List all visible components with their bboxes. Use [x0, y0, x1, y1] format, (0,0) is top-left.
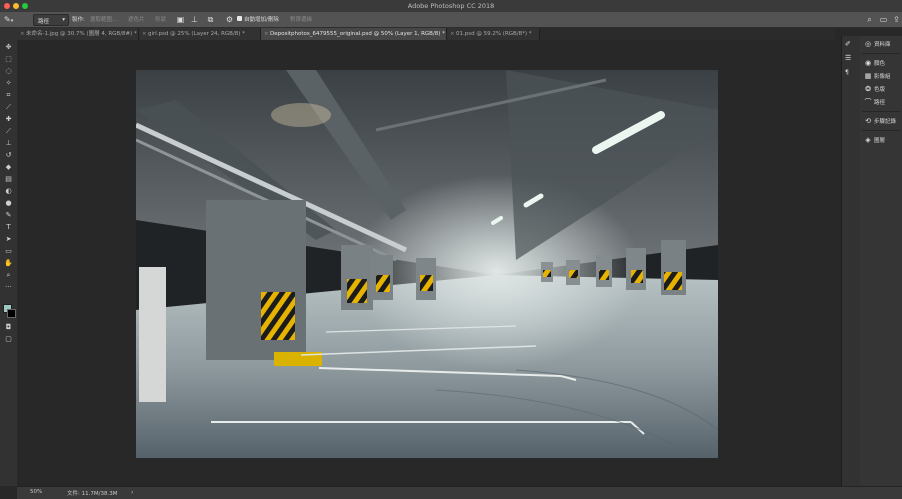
- dodge-tool-icon[interactable]: ●: [3, 198, 14, 208]
- document-canvas-area[interactable]: [17, 40, 835, 486]
- pen-tool-icon[interactable]: ✎: [3, 210, 14, 220]
- properties-icon[interactable]: ☰: [845, 54, 851, 62]
- panel-history[interactable]: ⟲ 步驟記錄: [864, 116, 896, 126]
- background-color-swatch[interactable]: [7, 309, 16, 318]
- parking-garage-photo: [136, 70, 718, 458]
- clone-stamp-tool-icon[interactable]: ⊥: [3, 138, 14, 148]
- tab-label: 01.psd @ 59.2% (RGB/8*) *: [456, 31, 532, 37]
- align-edges-label[interactable]: 對齊邊緣: [290, 15, 312, 23]
- panel-dock-expanded: ◎ 資料庫 ◉ 顏色 ▦ 影像組 ❂ 色版 ⌒ 路徑 ⟲ 步驟記錄 ◈ 圖層: [860, 36, 902, 486]
- make-label: 製作:: [72, 17, 85, 23]
- tab-document-2[interactable]: ×girl.psd @ 25% (Layer 24, RGB/8) *: [139, 28, 261, 40]
- document-size-info[interactable]: 文件: 11.7M/38.3M: [67, 489, 117, 497]
- auto-add-delete-label: 自動增加/刪除: [244, 17, 279, 23]
- libraries-icon: ◎: [864, 40, 872, 48]
- tab-label: girl.psd @ 25% (Layer 24, RGB/8) *: [148, 31, 245, 37]
- healing-brush-tool-icon[interactable]: ✚: [3, 114, 14, 124]
- window-title: Adobe Photoshop CC 2018: [407, 2, 495, 10]
- paragraph-icon[interactable]: ¶: [845, 69, 849, 76]
- panel-label: 圖層: [874, 138, 886, 144]
- crop-tool-icon[interactable]: ⌗: [3, 90, 14, 100]
- zoom-tool-icon[interactable]: ⌕: [3, 270, 14, 280]
- document-tabs: ×未命名-1.jpg @ 30.7% (圖層 4, RGB/8#) * ×gir…: [17, 28, 835, 40]
- type-tool-icon[interactable]: T: [3, 222, 14, 232]
- screen-mode-icon[interactable]: ▢: [3, 334, 14, 344]
- panel-swatches[interactable]: ▦ 影像組: [864, 71, 891, 81]
- panel-label: 資料庫: [874, 42, 891, 48]
- panel-label: 步驟記錄: [874, 119, 897, 125]
- tab-label: 未命名-1.jpg @ 30.7% (圖層 4, RGB/8#) *: [26, 31, 137, 37]
- panel-label: 路徑: [874, 100, 886, 106]
- panel-label: 顏色: [874, 61, 886, 67]
- paths-icon: ⌒: [864, 98, 872, 106]
- brush-tool-icon[interactable]: ⟋: [3, 126, 14, 136]
- layers-icon: ◈: [865, 136, 871, 144]
- path-arrangement-icon[interactable]: ⧉: [206, 15, 215, 24]
- search-icon[interactable]: ⌕: [865, 15, 874, 24]
- eyedropper-tool-icon[interactable]: ⟋: [3, 102, 14, 112]
- tab-document-3-active[interactable]: ×Depositphotos_6479555_original.psd @ 50…: [261, 28, 447, 40]
- panel-label: 影像組: [874, 74, 891, 80]
- history-brush-tool-icon[interactable]: ↺: [3, 150, 14, 160]
- workspace-icon[interactable]: ▭: [879, 15, 888, 24]
- lasso-tool-icon[interactable]: ◌: [3, 66, 14, 76]
- path-selection-tool-icon[interactable]: ➤: [3, 234, 14, 244]
- rectangle-tool-icon[interactable]: ▭: [3, 246, 14, 256]
- tab-document-1[interactable]: ×未命名-1.jpg @ 30.7% (圖層 4, RGB/8#) *: [17, 28, 139, 40]
- make-selection-button[interactable]: 選取範圍...: [90, 15, 117, 23]
- hand-tool-icon[interactable]: ✋: [3, 258, 14, 268]
- color-wheel-icon: ◉: [864, 59, 872, 67]
- swatches-icon: ▦: [864, 72, 872, 80]
- pen-mode-value: 路徑: [38, 18, 50, 25]
- make-shape-button[interactable]: 形狀: [155, 15, 166, 23]
- status-bar: 50% 文件: 11.7M/38.3M ›: [17, 486, 902, 499]
- panel-layers[interactable]: ◈ 圖層: [864, 135, 885, 145]
- auto-add-delete-checkbox[interactable]: [237, 16, 242, 21]
- panel-label: 色版: [874, 87, 886, 93]
- more-tools-icon[interactable]: ···: [3, 282, 14, 292]
- gear-icon[interactable]: ⚙: [225, 15, 234, 24]
- make-mask-button[interactable]: 遮色片: [128, 15, 145, 23]
- pen-mode-select[interactable]: 路徑 ▾: [33, 14, 69, 26]
- tab-label: Depositphotos_6479555_original.psd @ 50%…: [270, 31, 445, 37]
- panel-paths[interactable]: ⌒ 路徑: [864, 97, 886, 107]
- magic-wand-tool-icon[interactable]: ✧: [3, 78, 14, 88]
- pen-icon: ✎: [4, 15, 11, 24]
- status-menu-icon[interactable]: ›: [131, 489, 133, 496]
- gradient-tool-icon[interactable]: ▤: [3, 174, 14, 184]
- channels-icon: ❂: [865, 85, 871, 93]
- share-icon[interactable]: ⇪: [892, 15, 901, 24]
- zoom-level[interactable]: 50%: [30, 489, 42, 495]
- tool-preset-picker[interactable]: ✎▾: [4, 14, 24, 25]
- panel-color[interactable]: ◉ 顏色: [864, 58, 885, 68]
- eraser-tool-icon[interactable]: ◆: [3, 162, 14, 172]
- quick-mask-icon[interactable]: ◘: [3, 322, 14, 332]
- tools-panel: ✥ ⬚ ◌ ✧ ⌗ ⟋ ✚ ⟋ ⊥ ↺ ◆ ▤ ◐ ● ✎ T ➤ ▭ ✋ ⌕ …: [0, 28, 18, 486]
- panel-dock-collapsed: ✐ ☰ ¶: [841, 36, 861, 486]
- options-bar: ✎▾ 路徑 ▾ 製作: 選取範圍... 遮色片 形狀 ▣ ⊥ ⧉ ⚙ 自動增加/…: [0, 12, 902, 28]
- chevron-down-icon: ▾: [62, 16, 65, 23]
- brush-settings-icon[interactable]: ✐: [845, 40, 851, 48]
- panel-channels[interactable]: ❂ 色版: [864, 84, 885, 94]
- path-operations-icon[interactable]: ▣: [176, 15, 185, 24]
- move-tool-icon[interactable]: ✥: [3, 42, 14, 52]
- tab-document-4[interactable]: ×01.psd @ 59.2% (RGB/8*) *: [447, 28, 540, 40]
- history-icon: ⟲: [865, 117, 871, 125]
- path-alignment-icon[interactable]: ⊥: [190, 15, 199, 24]
- marquee-tool-icon[interactable]: ⬚: [3, 54, 14, 64]
- blur-tool-icon[interactable]: ◐: [3, 186, 14, 196]
- panel-libraries[interactable]: ◎ 資料庫: [864, 39, 891, 49]
